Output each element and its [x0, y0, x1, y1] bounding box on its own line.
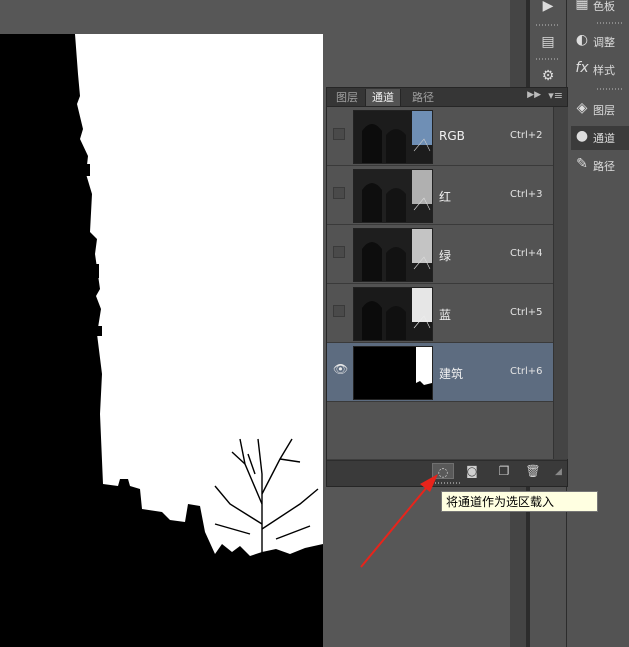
channel-name: 建筑 [439, 367, 464, 381]
visibility-toggle[interactable] [333, 128, 345, 140]
panel-grip-dots [432, 482, 462, 484]
tab-paths[interactable]: 路径 [406, 89, 440, 106]
right-panel-item[interactable]: ◐ 调整 [571, 30, 629, 54]
new-channel-icon[interactable]: ❐ [493, 463, 515, 479]
layers-icon: ◈ [576, 100, 588, 116]
channel-thumbnail [353, 228, 433, 282]
tab-layers[interactable]: 图层 [330, 89, 364, 106]
column-grip[interactable] [536, 24, 560, 26]
right-panel-label: 调整 [593, 36, 615, 49]
right-panel-item-active[interactable]: ● 通道 [571, 126, 629, 150]
right-panel-column: ▦ 色板 ◐ 调整 fx 样式 ◈ 图层 ● 通道 ✎ 路径 [567, 0, 629, 647]
channel-name: 绿 [439, 249, 452, 263]
resize-grip-icon[interactable]: ◢ [555, 467, 565, 477]
right-panel-label: 路径 [593, 160, 615, 173]
right-panel-label: 样式 [593, 64, 615, 77]
column-grip[interactable] [597, 22, 623, 24]
channel-name: 红 [439, 190, 452, 204]
channel-row-red[interactable]: 红 Ctrl+3 [327, 166, 553, 225]
visibility-toggle[interactable] [333, 187, 345, 199]
channel-mask-image [0, 34, 323, 647]
channel-shortcut: Ctrl+5 [510, 307, 543, 318]
double-chevron-right-icon[interactable]: ▶▶ [527, 90, 541, 100]
load-channel-as-selection-icon[interactable]: ◌ [432, 463, 454, 479]
document-canvas[interactable] [0, 34, 323, 647]
channel-shortcut: Ctrl+6 [510, 366, 543, 377]
eye-icon[interactable]: 👁 [333, 363, 348, 375]
right-panel-item[interactable]: ✎ 路径 [571, 154, 629, 178]
channel-row-blue[interactable]: 蓝 Ctrl+5 [327, 284, 553, 343]
channels-panel: 图层 通道 路径 ▶▶ ▾≡ RGB Ctrl+2 红 Ctrl+3 绿 Ctr… [326, 87, 568, 487]
visibility-toggle[interactable] [333, 246, 345, 258]
channel-thumbnail [353, 346, 433, 400]
channels-icon: ● [575, 128, 589, 144]
channel-row-rgb[interactable]: RGB Ctrl+2 [327, 107, 553, 166]
column-grip[interactable] [597, 88, 623, 90]
tooltip: 将通道作为选区载入 [441, 491, 598, 512]
panel-scrollbar[interactable] [553, 107, 568, 459]
channel-row-green[interactable]: 绿 Ctrl+4 [327, 225, 553, 284]
swatches-icon: ▦ [575, 0, 589, 12]
channel-name: 蓝 [439, 308, 452, 322]
adjustments-icon: ◐ [575, 32, 589, 48]
play-icon[interactable]: ▶ [538, 0, 558, 16]
visibility-toggle[interactable] [333, 305, 345, 317]
right-panel-label: 通道 [593, 132, 615, 145]
panel-tab-bar: 图层 通道 路径 ▶▶ ▾≡ [327, 88, 567, 107]
styles-icon: fx [575, 60, 589, 76]
channel-thumbnail [353, 110, 433, 164]
brush-settings-icon[interactable]: ⚙ [538, 66, 558, 86]
channel-thumbnail [353, 169, 433, 223]
panel-bottom-toolbar: ◌ ◙ ❐ 🗑 ◢ [327, 460, 567, 481]
channel-shortcut: Ctrl+2 [510, 130, 543, 141]
save-selection-as-channel-icon[interactable]: ◙ [461, 463, 483, 479]
right-panel-label: 图层 [593, 104, 615, 117]
channel-row-building[interactable]: 👁 建筑 Ctrl+6 [327, 343, 553, 402]
panel-grip[interactable] [327, 481, 567, 486]
channel-shortcut: Ctrl+4 [510, 248, 543, 259]
channel-shortcut: Ctrl+3 [510, 189, 543, 200]
right-panel-label: 色板 [593, 0, 615, 13]
tab-channels[interactable]: 通道 [365, 89, 401, 106]
channel-name: RGB [439, 129, 465, 143]
right-panel-item[interactable]: ◈ 图层 [571, 98, 629, 122]
channel-thumbnail [353, 287, 433, 341]
paths-icon: ✎ [576, 156, 588, 172]
channel-list: RGB Ctrl+2 红 Ctrl+3 绿 Ctrl+4 蓝 Ctrl+5 👁 … [327, 107, 553, 459]
trash-icon[interactable]: 🗑 [522, 463, 544, 479]
properties-icon[interactable]: ▤ [538, 32, 558, 52]
right-panel-item[interactable]: fx 样式 [571, 58, 629, 82]
right-panel-item[interactable]: ▦ 色板 [571, 0, 629, 18]
column-grip[interactable] [536, 58, 560, 60]
panel-menu-icon[interactable]: ▾≡ [548, 89, 563, 102]
